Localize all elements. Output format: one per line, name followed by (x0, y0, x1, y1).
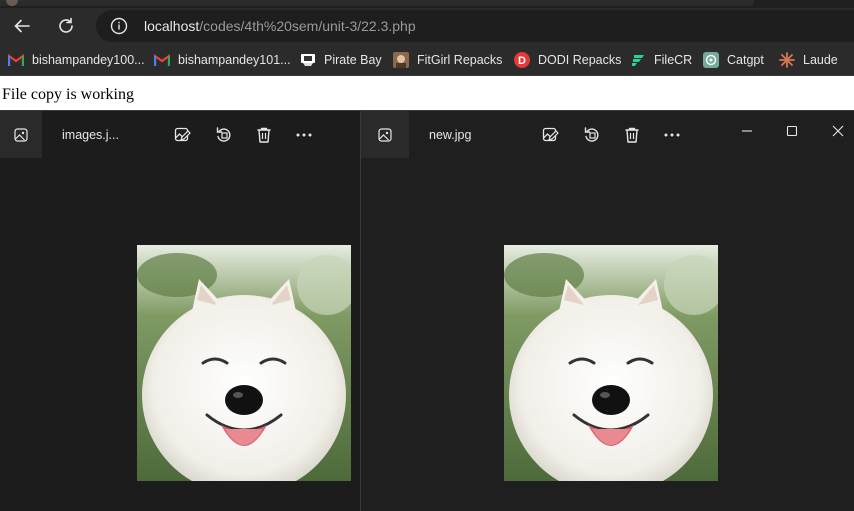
maximize-icon (786, 125, 798, 137)
photo-viewer-window-left: images.j... (0, 110, 362, 511)
viewer-filename: images.j... (62, 128, 119, 142)
viewer-titlebar: new.jpg (361, 111, 854, 159)
trash-icon (625, 127, 639, 143)
url-text[interactable]: localhost/codes/4th%20sem/unit-3/22.3.ph… (144, 18, 416, 34)
viewer-image (504, 245, 718, 481)
rotate-button[interactable] (580, 123, 604, 147)
pirate-ship-icon (300, 52, 316, 68)
site-info-icon[interactable] (110, 17, 128, 35)
fitgirl-avatar-icon (393, 52, 409, 68)
samoyed-photo (504, 245, 718, 481)
rotate-icon (216, 127, 231, 142)
edit-image-icon (174, 127, 191, 142)
maximize-button[interactable] (777, 117, 807, 145)
viewer-image (137, 245, 351, 481)
dodi-logo-icon: D (514, 52, 530, 68)
more-options-button[interactable] (292, 123, 316, 147)
more-dots-icon (664, 133, 680, 137)
bookmark-gmail-1[interactable]: bishampandey100... (8, 50, 145, 70)
close-button[interactable] (823, 117, 853, 145)
rotate-button[interactable] (212, 123, 236, 147)
reload-icon (59, 17, 73, 33)
bookmark-label: Pirate Bay (324, 53, 382, 67)
url-path: /codes/4th%20sem/unit-3/22.3.php (199, 18, 416, 34)
rotate-icon (584, 127, 599, 142)
bookmark-label: FitGirl Repacks (417, 53, 503, 67)
edit-image-icon (542, 127, 559, 142)
viewer-filename: new.jpg (429, 128, 472, 142)
image-file-icon (14, 127, 28, 142)
bookmark-label: Catgpt (727, 53, 764, 67)
viewer-tab-right[interactable] (361, 111, 409, 158)
edit-image-button[interactable] (539, 123, 563, 147)
tab-strip (0, 0, 854, 8)
gmail-icon (154, 52, 170, 68)
minimize-button[interactable] (732, 117, 762, 145)
close-icon (832, 125, 844, 137)
viewer-tab-left[interactable] (0, 111, 42, 158)
filecr-logo-icon (630, 52, 646, 68)
bookmark-laude[interactable]: Laude (779, 50, 838, 70)
chatgpt-logo-icon (703, 52, 719, 68)
bookmark-label: FileCR (654, 53, 693, 67)
page-content: File copy is working (0, 77, 854, 111)
more-options-button[interactable] (660, 123, 684, 147)
gmail-icon (8, 52, 24, 68)
delete-button[interactable] (252, 123, 276, 147)
back-button[interactable] (6, 10, 38, 42)
bookmark-label: bishampandey101... (178, 53, 291, 67)
image-file-icon (378, 127, 392, 142)
reload-button[interactable] (50, 10, 82, 42)
navigation-bar: localhost/codes/4th%20sem/unit-3/22.3.ph… (0, 8, 854, 44)
claude-star-icon (779, 52, 795, 68)
samoyed-photo (137, 245, 351, 481)
more-dots-icon (296, 133, 312, 137)
active-tab-edge[interactable] (0, 0, 754, 6)
bookmark-catgpt[interactable]: Catgpt (703, 50, 764, 70)
bookmark-label: bishampandey100... (32, 53, 145, 67)
back-arrow-icon (14, 19, 30, 33)
bookmark-filecr[interactable]: FileCR (630, 50, 692, 70)
bookmark-fitgirl[interactable]: FitGirl Repacks (393, 50, 502, 70)
delete-button[interactable] (620, 123, 644, 147)
svg-text:D: D (518, 55, 526, 67)
bookmark-label: Laude (803, 53, 838, 67)
bookmark-pirate-bay[interactable]: Pirate Bay (300, 50, 382, 70)
trash-icon (257, 127, 271, 143)
bookmarks-bar: bishampandey100... bishampandey101... Pi… (0, 44, 854, 76)
bookmark-label: DODI Repacks (538, 53, 622, 67)
minimize-icon (742, 130, 752, 132)
status-message: File copy is working (2, 86, 134, 103)
address-bar[interactable]: localhost/codes/4th%20sem/unit-3/22.3.ph… (96, 10, 854, 42)
edit-image-button[interactable] (171, 123, 195, 147)
photo-viewer-window-right: new.jpg (360, 110, 854, 511)
viewer-titlebar: images.j... (0, 111, 362, 159)
bookmark-dodi[interactable]: D DODI Repacks (514, 50, 621, 70)
url-host: localhost (144, 18, 200, 34)
bookmark-gmail-2[interactable]: bishampandey101... (154, 50, 291, 70)
